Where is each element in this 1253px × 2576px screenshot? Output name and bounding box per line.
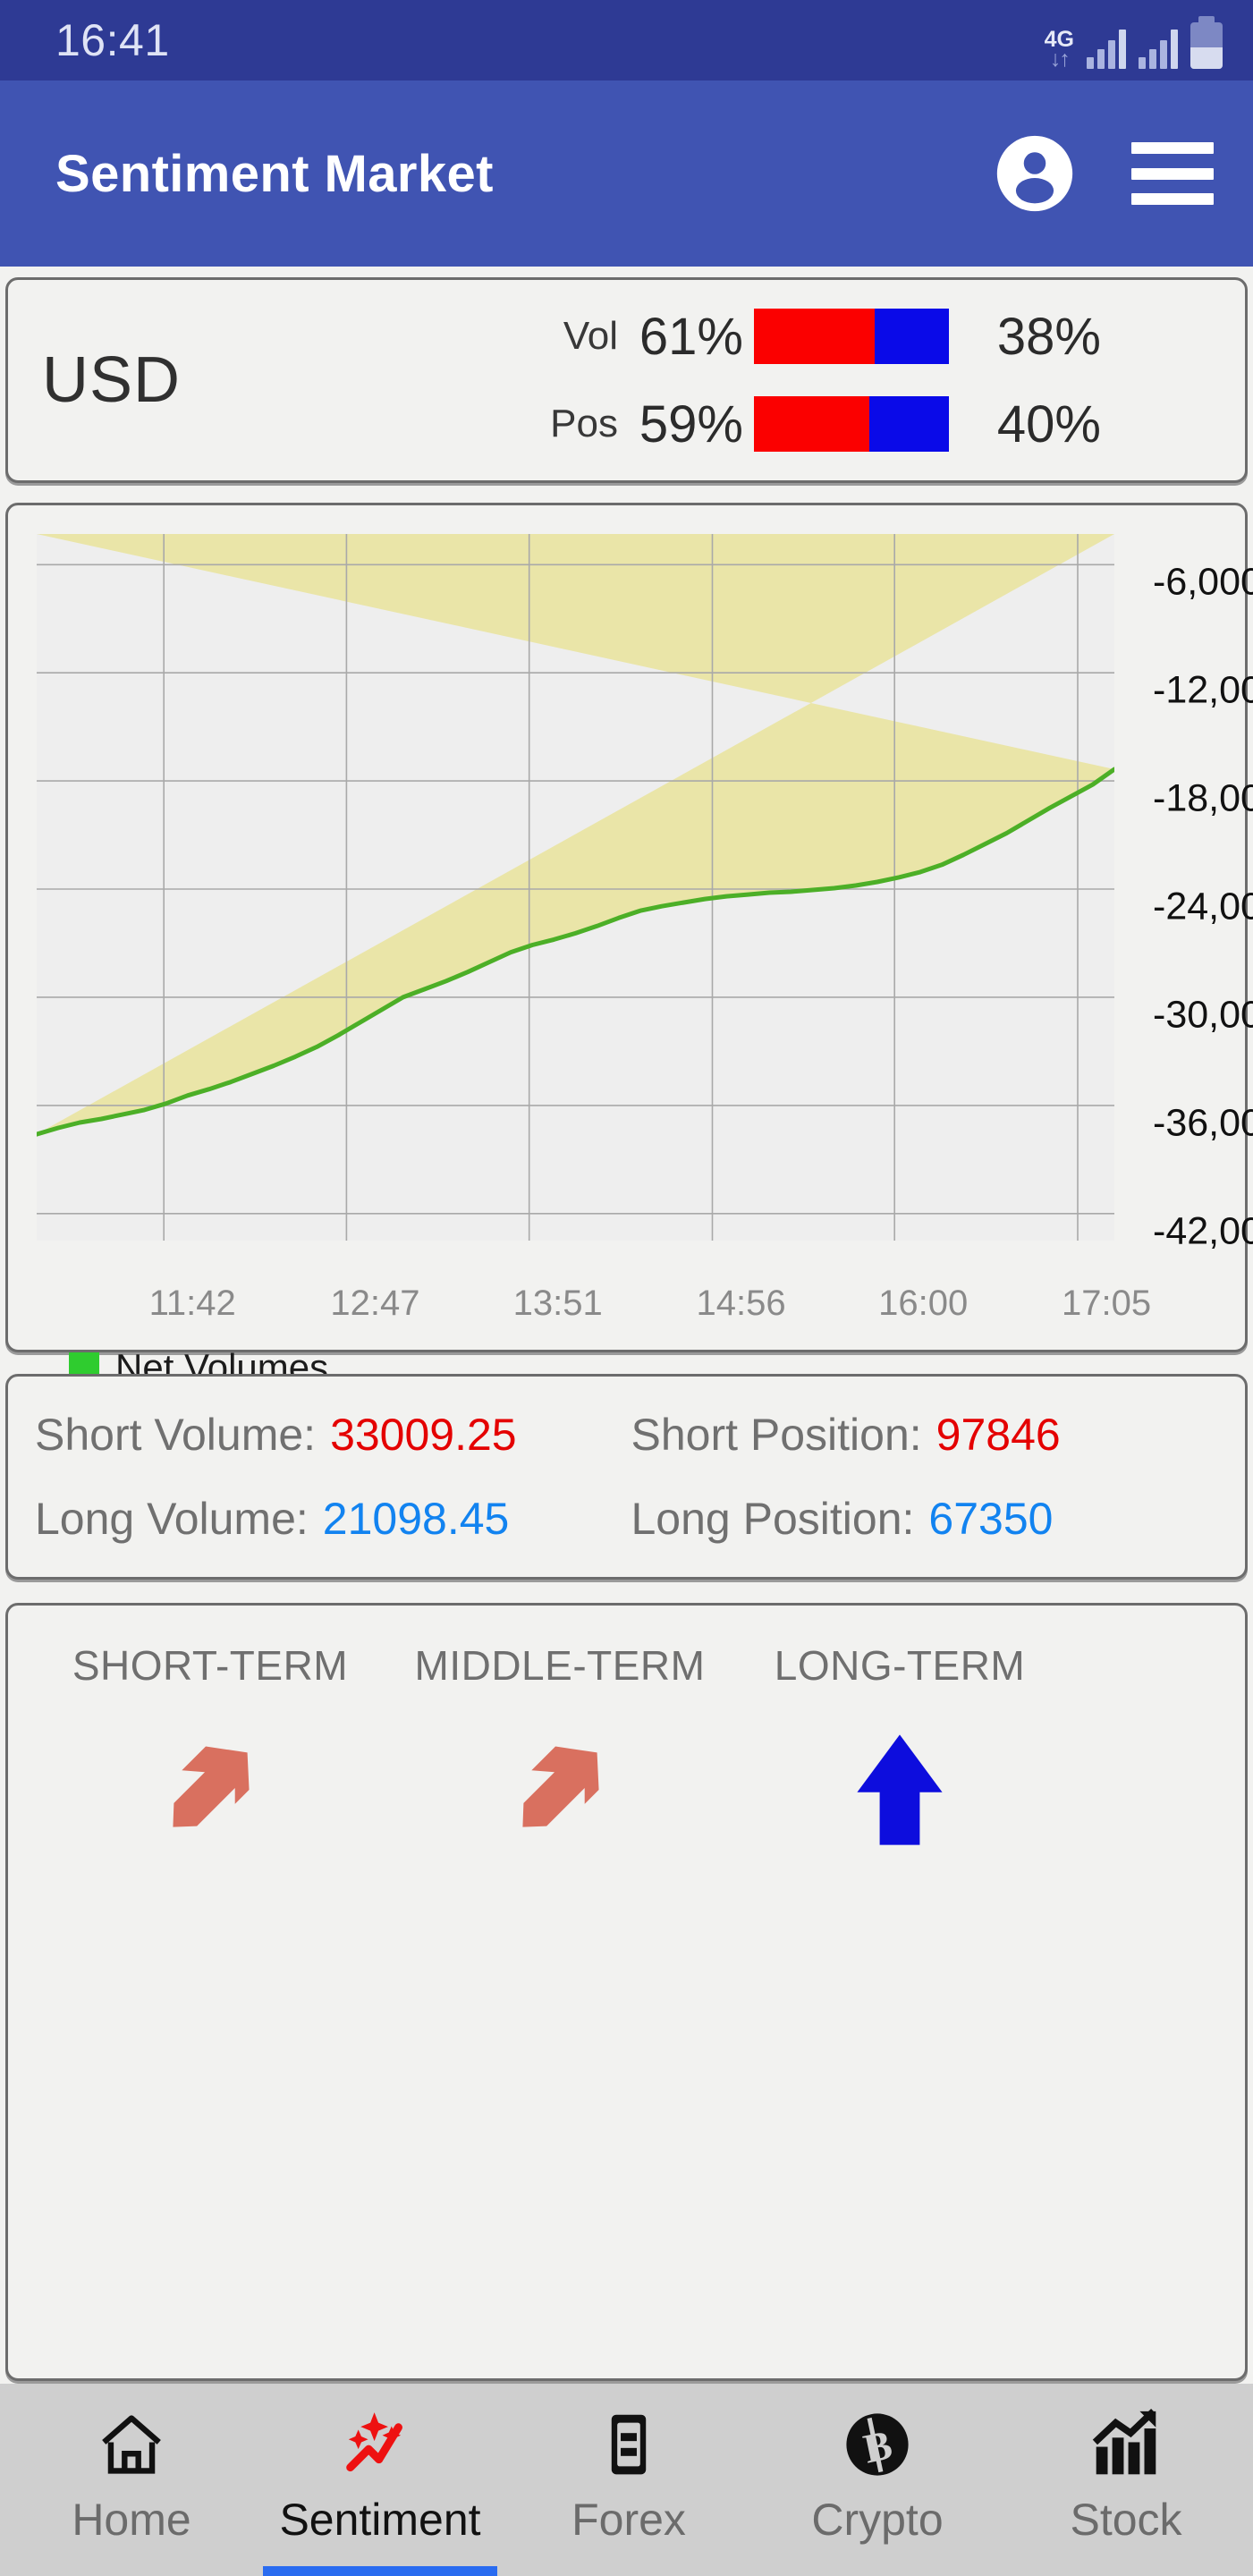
arrow-down-right-icon bbox=[497, 1727, 622, 1852]
short-bar-segment bbox=[754, 396, 869, 452]
term-label-short: SHORT-TERM bbox=[72, 1642, 349, 1689]
chart-y-tick-label: -6,000 bbox=[1153, 560, 1253, 604]
long-percent: 40% bbox=[996, 394, 1101, 453]
net-volumes-chart-card[interactable]: -6,000 -12,000 -18,000 -24,000 -30,000 -36,00… bbox=[5, 503, 1253, 1388]
bottom-navigation-bar: Home Sentiment Forex Crypto Stock bbox=[0, 2384, 1253, 2576]
nav-item-crypto[interactable]: B Crypto bbox=[753, 2384, 1002, 2576]
short-volume-value: 33009.25 bbox=[330, 1410, 517, 1460]
summary-row-pos: Pos 59% 40% bbox=[509, 384, 1227, 464]
status-time: 16:41 bbox=[55, 15, 170, 65]
battery-icon bbox=[1190, 16, 1223, 69]
term-column-middle: MIDDLE-TERM bbox=[385, 1641, 734, 1852]
document-icon bbox=[592, 2402, 665, 2487]
chart-y-tick-label: -24,000 bbox=[1153, 885, 1253, 928]
short-volume-label: Short Volume: bbox=[35, 1410, 317, 1460]
term-label-long: LONG-TERM bbox=[774, 1642, 1026, 1689]
nav-active-indicator bbox=[263, 2566, 497, 2576]
account-circle-icon[interactable] bbox=[994, 132, 1076, 215]
short-volume-item: Short Volume: 33009.25 bbox=[35, 1409, 631, 1461]
summary-rows: Vol 61% 38% Pos 59% 40% bbox=[509, 280, 1227, 480]
short-position-label: Short Position: bbox=[631, 1410, 922, 1460]
term-label-middle: MIDDLE-TERM bbox=[414, 1642, 706, 1689]
summary-card[interactable]: USD Vol 61% 38% Pos 59% 40% bbox=[5, 277, 1248, 483]
pos-ratio-bar bbox=[754, 396, 949, 452]
chart-y-tick-label: -42,000 bbox=[1153, 1209, 1253, 1253]
chart-y-tick-label: -18,000 bbox=[1153, 776, 1253, 820]
short-percent: 59% bbox=[639, 394, 743, 453]
short-percent: 61% bbox=[639, 307, 743, 366]
long-position-value: 67350 bbox=[928, 1494, 1054, 1544]
nav-item-home[interactable]: Home bbox=[7, 2384, 256, 2576]
nav-item-sentiment[interactable]: Sentiment bbox=[256, 2384, 504, 2576]
long-bar-segment bbox=[875, 309, 949, 364]
chart-x-tick-label: 11:42 bbox=[148, 1284, 236, 1323]
nav-item-stock[interactable]: Stock bbox=[1002, 2384, 1250, 2576]
signal-bars-sim2-icon bbox=[1139, 28, 1178, 69]
chart-x-axis-labels: 11:42 12:47 13:51 14:56 16:00 17:05 bbox=[65, 1284, 1151, 1337]
long-volume-label: Long Volume: bbox=[35, 1494, 309, 1544]
short-position-item: Short Position: 97846 bbox=[631, 1409, 1228, 1461]
vol-ratio-bar bbox=[754, 309, 949, 364]
network-type-icon: 4G ↓↑ bbox=[1045, 13, 1074, 72]
app-bar-actions bbox=[994, 132, 1214, 215]
nav-item-forex[interactable]: Forex bbox=[504, 2384, 753, 2576]
nav-label-stock: Stock bbox=[1070, 2495, 1182, 2545]
chart-plot-wrap: -6,000 -12,000 -18,000 -24,000 -30,000 -36,00… bbox=[37, 534, 1253, 1388]
arrow-up-icon bbox=[837, 1727, 962, 1852]
long-percent: 38% bbox=[996, 307, 1101, 366]
chart-x-tick-label: 16:00 bbox=[878, 1284, 969, 1323]
long-position-item: Long Position: 67350 bbox=[631, 1493, 1228, 1545]
chart-x-tick-label: 13:51 bbox=[512, 1284, 603, 1323]
symbol-label: USD bbox=[42, 344, 182, 416]
chart-y-tick-label: -36,000 bbox=[1153, 1101, 1253, 1145]
nav-label-sentiment: Sentiment bbox=[279, 2495, 481, 2545]
short-bar-segment bbox=[754, 309, 876, 364]
chart-x-tick-label: 12:47 bbox=[330, 1284, 420, 1323]
sparkle-trend-icon bbox=[343, 2402, 417, 2487]
chart-y-tick-label: -12,000 bbox=[1153, 668, 1253, 712]
nav-label-home: Home bbox=[72, 2495, 191, 2545]
hamburger-menu-icon[interactable] bbox=[1131, 142, 1214, 205]
chart-x-tick-label: 17:05 bbox=[1061, 1284, 1152, 1323]
status-icons: 4G ↓↑ bbox=[1045, 12, 1223, 72]
volumes-card: Short Volume: 33009.25 Short Position: 9… bbox=[5, 1374, 1248, 1580]
nav-label-forex: Forex bbox=[571, 2495, 686, 2545]
status-bar: 16:41 4G ↓↑ bbox=[0, 0, 1253, 80]
summary-row-label: Pos bbox=[550, 402, 618, 445]
term-column-long: LONG-TERM bbox=[734, 1641, 1065, 1852]
chart-y-tick-label: -30,000 bbox=[1153, 993, 1253, 1037]
term-outlook-card: SHORT-TERM MIDDLE-TERM LONG-TERM bbox=[5, 1603, 1248, 2381]
app-bar: Sentiment Market bbox=[0, 80, 1253, 267]
page-title: Sentiment Market bbox=[55, 144, 494, 203]
term-columns: SHORT-TERM MIDDLE-TERM LONG-TERM bbox=[8, 1641, 1245, 1852]
arrow-down-right-icon bbox=[148, 1727, 273, 1852]
long-bar-segment bbox=[868, 396, 949, 452]
bitcoin-icon: B bbox=[841, 2402, 914, 2487]
volumes-grid: Short Volume: 33009.25 Short Position: 9… bbox=[8, 1377, 1245, 1577]
long-volume-value: 21098.45 bbox=[322, 1494, 510, 1544]
nav-label-crypto: Crypto bbox=[811, 2495, 944, 2545]
short-position-value: 97846 bbox=[936, 1410, 1061, 1460]
long-position-label: Long Position: bbox=[631, 1494, 915, 1544]
chart-y-axis-labels: -6,000 -12,000 -18,000 -24,000 -30,000 -36,00… bbox=[1153, 552, 1253, 1258]
home-icon bbox=[95, 2402, 168, 2487]
summary-row-vol: Vol 61% 38% bbox=[509, 296, 1227, 377]
chart-x-tick-label: 14:56 bbox=[696, 1284, 786, 1323]
term-column-short: SHORT-TERM bbox=[35, 1641, 385, 1852]
bar-chart-up-icon bbox=[1089, 2402, 1163, 2487]
summary-row-label: Vol bbox=[563, 314, 618, 358]
signal-bars-sim1-icon bbox=[1087, 28, 1126, 69]
chart-plot-area[interactable] bbox=[37, 534, 1114, 1241]
long-volume-item: Long Volume: 21098.45 bbox=[35, 1493, 631, 1545]
data-transfer-arrows-icon: ↓↑ bbox=[1049, 47, 1071, 72]
